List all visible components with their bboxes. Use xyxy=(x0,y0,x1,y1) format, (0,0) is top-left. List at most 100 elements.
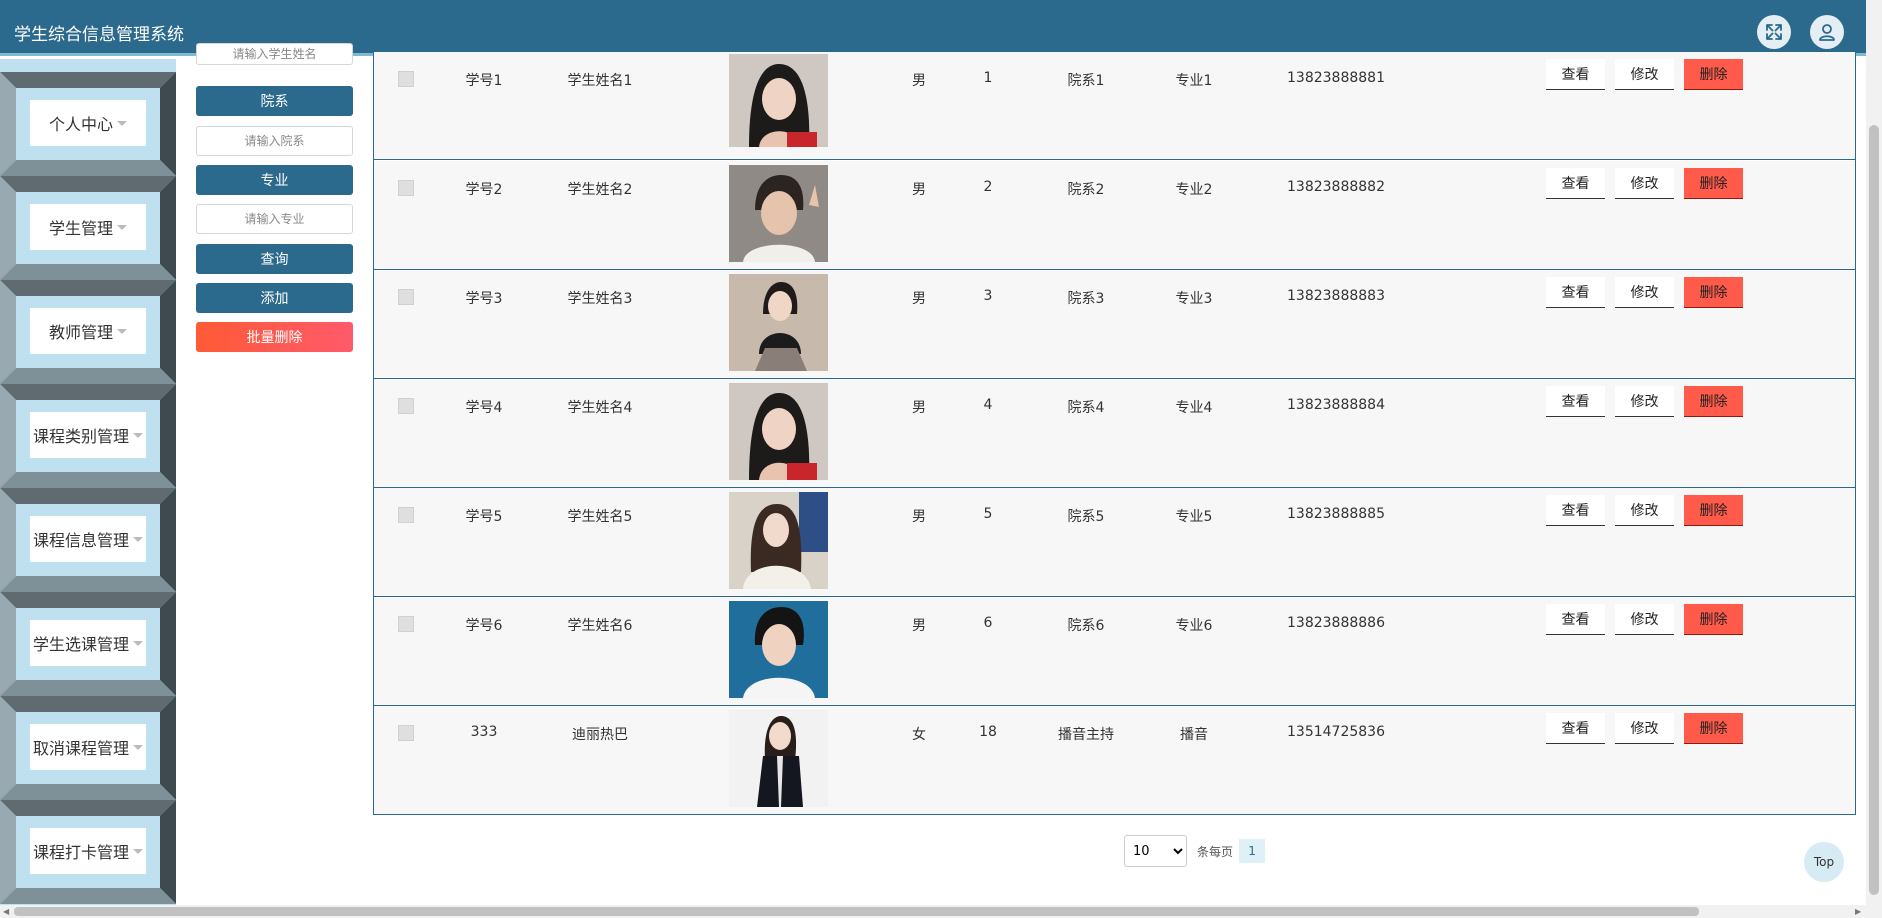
page-size-select[interactable]: 10 20 50 xyxy=(1124,835,1187,867)
table-row: 学号6 学生姓名6 男 6 院系6 专业6 13823888886 查看 修改 … xyxy=(374,597,1855,706)
student-name-input[interactable] xyxy=(196,43,353,65)
cell-age: 3 xyxy=(983,288,993,304)
cell-gender: 男 xyxy=(912,291,926,307)
view-button[interactable]: 查看 xyxy=(1546,604,1605,635)
table-row: 学号4 学生姓名4 男 4 院系4 专业4 13823888884 查看 修改 … xyxy=(374,379,1855,488)
student-photo xyxy=(729,274,828,371)
delete-button[interactable]: 删除 xyxy=(1684,713,1743,744)
vertical-scrollbar[interactable] xyxy=(1866,0,1882,918)
scroll-right-icon[interactable]: ▶ xyxy=(1855,907,1861,916)
expand-icon xyxy=(1766,24,1782,40)
fullscreen-button[interactable] xyxy=(1757,15,1791,49)
caret-down-icon xyxy=(117,224,127,230)
view-button[interactable]: 查看 xyxy=(1546,168,1605,199)
table-row: 学号1 学生姓名1 男 1 院系1 专业1 13823888881 查看 修改 … xyxy=(374,52,1855,160)
student-photo xyxy=(729,54,828,147)
caret-down-icon xyxy=(117,328,127,334)
page-number-current[interactable]: 1 xyxy=(1239,839,1266,863)
delete-button[interactable]: 删除 xyxy=(1684,168,1743,199)
search-button[interactable]: 查询 xyxy=(196,244,353,274)
department-label: 院系 xyxy=(196,86,353,116)
horizontal-scrollbar[interactable]: ◀ ▶ xyxy=(0,905,1866,918)
major-input[interactable] xyxy=(196,204,353,234)
cell-student-id: 学号3 xyxy=(465,291,503,307)
back-to-top-button[interactable]: Top xyxy=(1804,842,1844,882)
sidebar-item-course-category-management[interactable]: 课程类别管理 xyxy=(0,384,176,488)
batch-delete-button[interactable]: 批量删除 xyxy=(196,322,353,352)
cell-major: 播音 xyxy=(1180,727,1208,743)
add-button[interactable]: 添加 xyxy=(196,283,353,313)
department-input[interactable] xyxy=(196,126,353,156)
cell-student-name: 学生姓名2 xyxy=(567,182,633,198)
view-button[interactable]: 查看 xyxy=(1546,495,1605,526)
row-checkbox[interactable] xyxy=(398,71,414,87)
horizontal-scroll-thumb[interactable] xyxy=(14,907,1699,916)
row-checkbox[interactable] xyxy=(398,725,414,741)
row-checkbox[interactable] xyxy=(398,398,414,414)
cell-phone: 13823888885 xyxy=(1287,506,1385,522)
cell-student-id: 学号2 xyxy=(465,182,503,198)
delete-button[interactable]: 删除 xyxy=(1684,604,1743,635)
cell-department: 播音主持 xyxy=(1058,727,1114,743)
user-button[interactable] xyxy=(1810,15,1844,49)
user-icon xyxy=(1819,24,1835,41)
pagination: 10 20 50 条每页 1 xyxy=(1124,835,1266,867)
sidebar-item-course-info-management[interactable]: 课程信息管理 xyxy=(0,488,176,592)
edit-button[interactable]: 修改 xyxy=(1615,277,1674,308)
table-row: 学号2 学生姓名2 男 2 院系2 专业2 13823888882 查看 修改 … xyxy=(374,161,1855,270)
sidebar: 个人中心 学生管理 教师管理 课程类别管理 课程信息管理 学生选课管理 取消课程… xyxy=(0,59,176,905)
view-button[interactable]: 查看 xyxy=(1546,386,1605,417)
edit-button[interactable]: 修改 xyxy=(1615,604,1674,635)
student-table: 学号1 学生姓名1 男 1 院系1 专业1 13823888881 查看 修改 … xyxy=(373,52,1856,815)
cell-age: 6 xyxy=(983,615,993,631)
sidebar-item-label: 学生管理 xyxy=(48,219,113,238)
cell-student-id: 学号1 xyxy=(465,73,503,89)
cell-gender: 男 xyxy=(912,73,926,89)
sidebar-item-label: 个人中心 xyxy=(48,115,113,134)
cell-department: 院系5 xyxy=(1067,509,1105,525)
table-row: 学号5 学生姓名5 男 5 院系5 专业5 13823888885 查看 修改 … xyxy=(374,488,1855,597)
view-button[interactable]: 查看 xyxy=(1546,713,1605,744)
sidebar-item-label: 取消课程管理 xyxy=(32,739,129,758)
caret-down-icon xyxy=(133,848,143,854)
cell-student-name: 学生姓名6 xyxy=(567,618,633,634)
student-photo xyxy=(729,492,828,589)
view-button[interactable]: 查看 xyxy=(1546,59,1605,90)
row-checkbox[interactable] xyxy=(398,616,414,632)
cell-major: 专业5 xyxy=(1175,509,1213,525)
edit-button[interactable]: 修改 xyxy=(1615,495,1674,526)
app-title: 学生综合信息管理系统 xyxy=(14,25,184,45)
table-row: 学号3 学生姓名3 男 3 院系3 专业3 13823888883 查看 修改 … xyxy=(374,270,1855,379)
row-checkbox[interactable] xyxy=(398,289,414,305)
sidebar-item-teacher-management[interactable]: 教师管理 xyxy=(0,280,176,384)
cell-major: 专业1 xyxy=(1175,73,1213,89)
delete-button[interactable]: 删除 xyxy=(1684,277,1743,308)
cell-age: 1 xyxy=(983,70,993,86)
sidebar-item-course-selection-management[interactable]: 学生选课管理 xyxy=(0,592,176,696)
cell-major: 专业2 xyxy=(1175,182,1213,198)
cell-phone: 13514725836 xyxy=(1287,724,1385,740)
cell-department: 院系2 xyxy=(1067,182,1105,198)
delete-button[interactable]: 删除 xyxy=(1684,59,1743,90)
vertical-scroll-thumb[interactable] xyxy=(1869,125,1879,895)
row-checkbox[interactable] xyxy=(398,180,414,196)
edit-button[interactable]: 修改 xyxy=(1615,713,1674,744)
row-checkbox[interactable] xyxy=(398,507,414,523)
cell-student-id: 学号6 xyxy=(465,618,503,634)
cell-gender: 男 xyxy=(912,618,926,634)
sidebar-item-student-management[interactable]: 学生管理 xyxy=(0,176,176,280)
delete-button[interactable]: 删除 xyxy=(1684,495,1743,526)
edit-button[interactable]: 修改 xyxy=(1615,168,1674,199)
cell-major: 专业4 xyxy=(1175,400,1213,416)
sidebar-item-course-checkin-management[interactable]: 课程打卡管理 xyxy=(0,800,176,904)
view-button[interactable]: 查看 xyxy=(1546,277,1605,308)
scroll-left-icon[interactable]: ◀ xyxy=(3,907,9,916)
cell-student-name: 迪丽热巴 xyxy=(572,727,628,743)
cell-age: 18 xyxy=(979,724,997,740)
edit-button[interactable]: 修改 xyxy=(1615,386,1674,417)
cell-age: 4 xyxy=(983,397,993,413)
sidebar-item-cancel-course-management[interactable]: 取消课程管理 xyxy=(0,696,176,800)
sidebar-item-personal-center[interactable]: 个人中心 xyxy=(0,72,176,176)
edit-button[interactable]: 修改 xyxy=(1615,59,1674,90)
delete-button[interactable]: 删除 xyxy=(1684,386,1743,417)
